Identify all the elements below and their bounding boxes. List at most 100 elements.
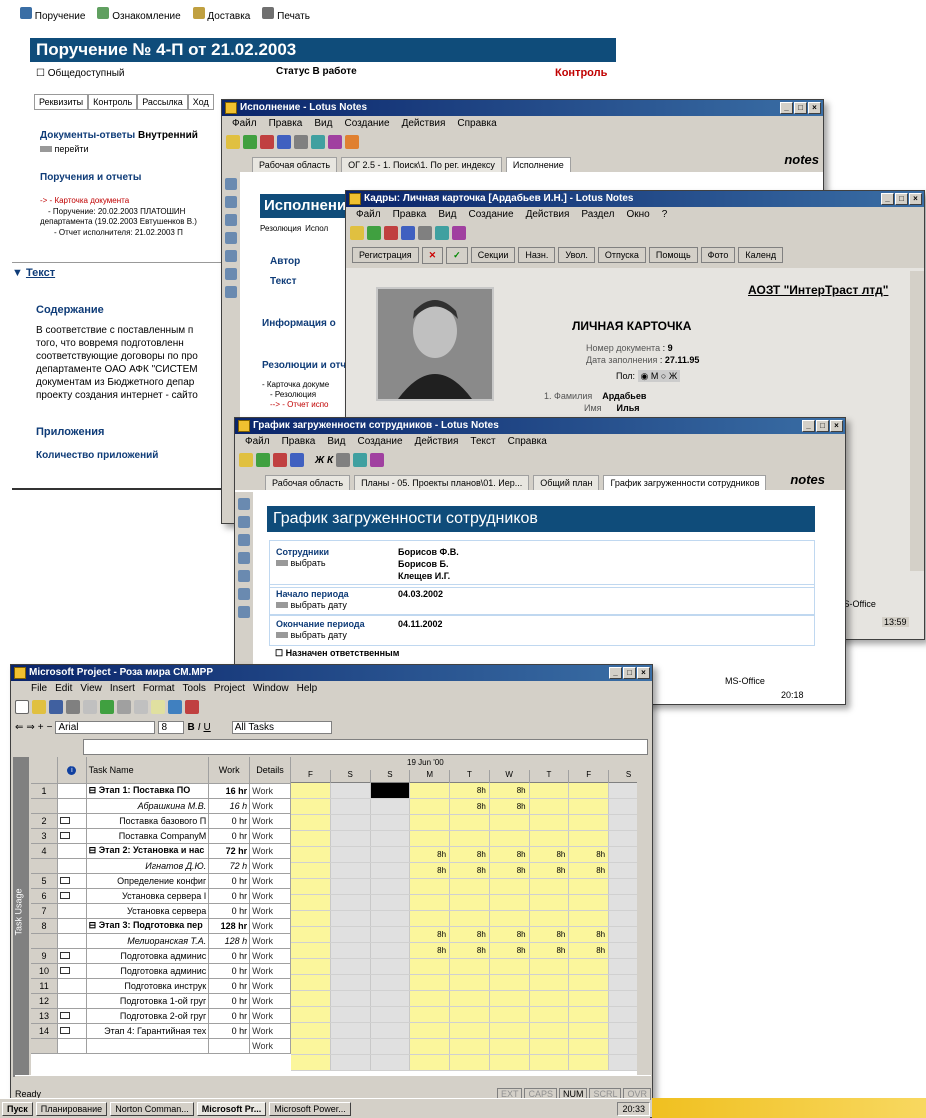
work-cell[interactable] [370, 879, 411, 894]
work-cell[interactable] [370, 911, 411, 926]
horizontal-scrollbar[interactable] [15, 1075, 651, 1089]
menu-help[interactable]: Help [297, 681, 318, 697]
tool-icon[interactable] [273, 453, 287, 467]
work-cell[interactable] [330, 927, 371, 942]
table-row[interactable]: 2 Поставка базового П0 hr Work [31, 813, 291, 829]
side-icon[interactable] [238, 498, 250, 510]
responsible-checkbox[interactable]: ☐ Назначен ответственным [275, 648, 399, 659]
tab-control[interactable]: Контроль [88, 94, 138, 110]
work-cell[interactable] [569, 911, 610, 926]
work-cell[interactable]: 8h [410, 927, 451, 942]
taskbar-item[interactable]: Norton Comman... [110, 1101, 194, 1116]
res-line-3[interactable]: --> - Отчет испо [270, 400, 328, 409]
work-cell[interactable] [291, 959, 331, 974]
work-cell[interactable] [291, 815, 331, 830]
work-cell[interactable] [410, 911, 451, 926]
work-cell[interactable] [330, 831, 371, 846]
work-cell[interactable] [529, 1055, 570, 1070]
menu-section[interactable]: Раздел [581, 207, 614, 223]
work-cell[interactable] [291, 863, 331, 878]
work-cell[interactable] [291, 1007, 331, 1022]
card-link[interactable]: -> - Карточка документа [40, 196, 129, 205]
sex-radio[interactable]: ◉ М ○ Ж [637, 370, 681, 382]
work-cell[interactable] [489, 1039, 530, 1054]
work-cell[interactable] [569, 895, 610, 910]
work-cell[interactable] [330, 959, 371, 974]
side-icon[interactable] [225, 286, 237, 298]
table-row[interactable]: 11 Подготовка инструк 0 hr Work [31, 978, 291, 994]
font-select[interactable]: Arial [55, 720, 156, 734]
menu-insert[interactable]: Insert [110, 681, 135, 697]
spell-icon[interactable] [100, 700, 114, 714]
zoom-icon[interactable] [185, 700, 199, 714]
work-cell[interactable] [330, 863, 371, 878]
table-row[interactable]: Абрашкина М.В. 16 h Work [31, 798, 291, 814]
tab-workspace[interactable]: Рабочая область [265, 475, 351, 490]
work-cell[interactable] [489, 1023, 530, 1038]
work-cell[interactable] [410, 879, 451, 894]
help-button[interactable]: Помощь [648, 247, 698, 263]
side-icon[interactable] [238, 570, 250, 582]
work-cell[interactable] [569, 1039, 610, 1054]
table-row[interactable]: Work [31, 1038, 291, 1054]
work-cell[interactable]: 8h [529, 943, 570, 958]
work-cell[interactable]: 8h [569, 847, 610, 862]
choose-date-button[interactable]: выбрать дату [276, 630, 347, 640]
work-cell[interactable] [410, 1007, 451, 1022]
menu-edit[interactable]: Правка [282, 434, 316, 450]
work-cell[interactable] [330, 783, 371, 798]
goto-button[interactable]: перейти [40, 144, 89, 154]
copy-icon[interactable] [134, 700, 148, 714]
work-cell[interactable] [291, 975, 331, 990]
res-line-2[interactable]: - Резолюция [270, 390, 316, 399]
table-row[interactable]: Игнатов Д.Ю. 72 h Work [31, 858, 291, 874]
work-cell[interactable] [291, 943, 331, 958]
choose-date-button[interactable]: выбрать дату [276, 600, 347, 610]
work-cell[interactable] [529, 815, 570, 830]
work-cell[interactable]: 8h [450, 783, 490, 798]
menu-file[interactable]: Файл [356, 207, 381, 223]
vertical-scrollbar[interactable] [637, 757, 649, 1077]
work-cell[interactable] [291, 783, 331, 798]
work-cell[interactable]: 8h [410, 863, 451, 878]
size-select[interactable]: 8 [158, 720, 185, 734]
work-cell[interactable]: 8h [489, 847, 530, 862]
work-cell[interactable] [410, 799, 451, 814]
bold-button[interactable]: B [187, 722, 194, 733]
tab-execution[interactable]: Исполнение [505, 157, 571, 172]
work-cell[interactable] [569, 799, 610, 814]
side-icon[interactable] [238, 588, 250, 600]
plus-icon[interactable]: + [38, 722, 44, 733]
work-cell[interactable]: 8h [569, 927, 610, 942]
work-cell[interactable] [450, 1055, 490, 1070]
work-cell[interactable]: 8h [489, 863, 530, 878]
work-cell[interactable]: 8h [489, 927, 530, 942]
tray-office[interactable]: MS-Office [725, 676, 765, 686]
work-cell[interactable] [529, 1007, 570, 1022]
side-icon[interactable] [238, 552, 250, 564]
work-cell[interactable] [569, 783, 610, 798]
maximize-button[interactable]: □ [794, 102, 807, 114]
work-cell[interactable]: 8h [410, 943, 451, 958]
tool-icon[interactable] [418, 226, 432, 240]
assign-button[interactable]: Назн. [518, 247, 556, 263]
work-cell[interactable] [529, 1023, 570, 1038]
work-cell[interactable] [450, 1039, 490, 1054]
delete-button[interactable]: ✕ [421, 247, 444, 264]
filter-select[interactable]: All Tasks [231, 720, 332, 734]
start-button[interactable]: Пуск [2, 1101, 33, 1116]
work-cell[interactable]: 8h [450, 943, 490, 958]
arrow-left-icon[interactable]: ⇐ [15, 722, 23, 733]
work-cell[interactable] [370, 863, 411, 878]
work-cell[interactable] [291, 831, 331, 846]
tool-icon[interactable] [243, 135, 257, 149]
side-icon[interactable] [225, 232, 237, 244]
menu-format[interactable]: Format [143, 681, 175, 697]
work-cell[interactable] [450, 895, 490, 910]
order-toolbar-btn-2[interactable]: Ознакомление [97, 6, 181, 22]
work-cell[interactable] [489, 1055, 530, 1070]
work-cell[interactable] [291, 991, 331, 1006]
work-cell[interactable] [489, 879, 530, 894]
tool-icon[interactable] [350, 226, 364, 240]
header-details[interactable]: Details [249, 757, 291, 784]
